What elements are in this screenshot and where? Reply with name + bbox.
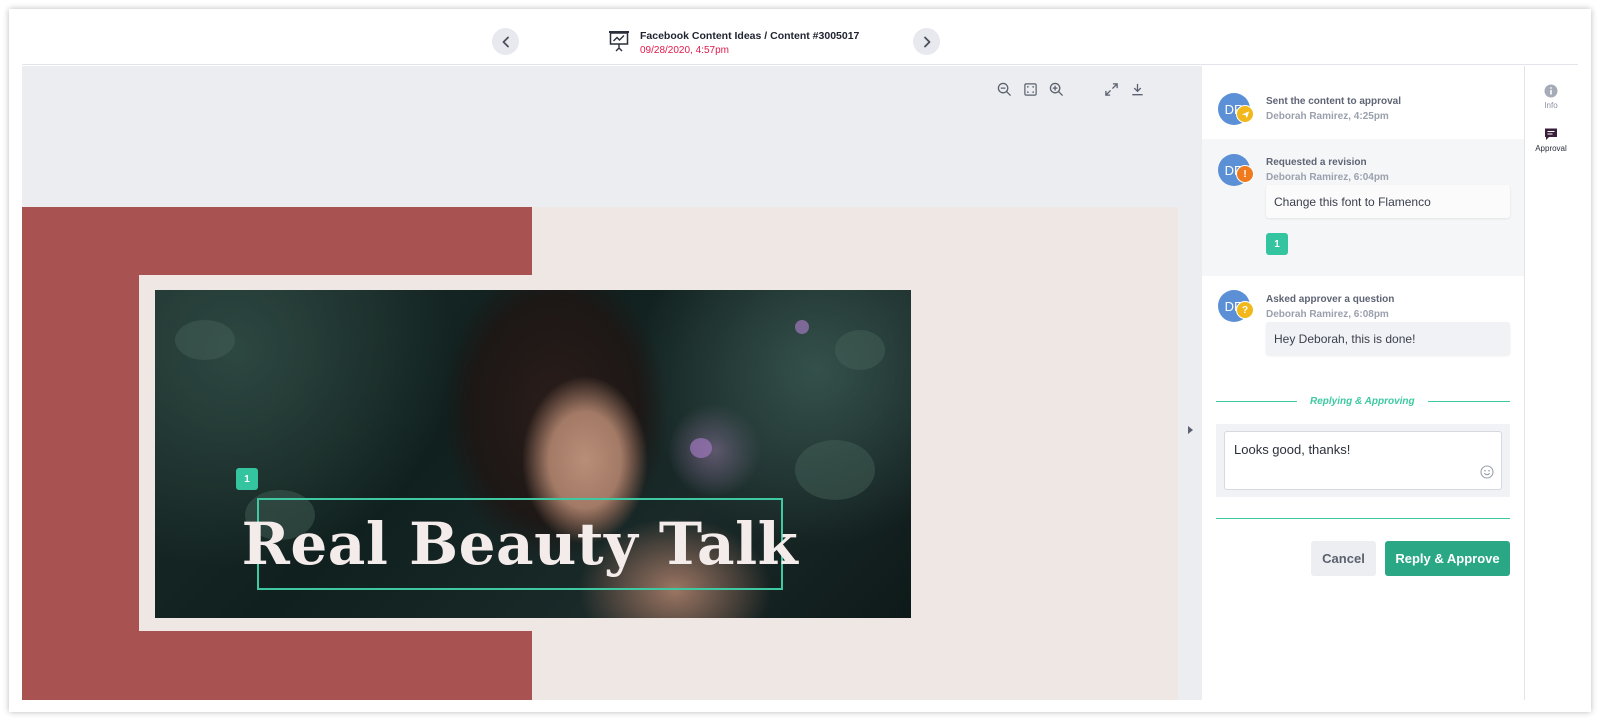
previous-button[interactable] (492, 28, 519, 55)
download-button[interactable] (1128, 80, 1146, 98)
tab-info-label: Info (1544, 101, 1558, 110)
zoom-in-icon (1049, 82, 1063, 96)
divider (1216, 518, 1510, 519)
download-icon (1131, 83, 1143, 95)
flower (690, 438, 712, 458)
expand-icon (1104, 82, 1118, 96)
tab-approval[interactable]: Approval (1524, 127, 1578, 153)
cancel-button[interactable]: Cancel (1311, 541, 1376, 576)
divider (1216, 401, 1297, 402)
reply-section-label: Replying & Approving (1310, 396, 1415, 407)
expand-button[interactable] (1102, 80, 1120, 98)
zoom-out-button[interactable] (995, 80, 1013, 98)
tab-approval-label: Approval (1535, 144, 1567, 153)
comment-bubble: Hey Deborah, this is done! (1266, 322, 1510, 355)
reply-approve-button[interactable]: Reply & Approve (1385, 541, 1510, 576)
send-icon (1236, 105, 1254, 123)
content-timestamp: 09/28/2020, 4:57pm (640, 45, 729, 56)
page-title: Facebook Content Ideas / Content #300501… (640, 30, 860, 42)
foliage (835, 330, 885, 370)
question-badge-icon: ? (1236, 301, 1254, 319)
headline-selection[interactable]: Real Beauty Talk (242, 498, 798, 590)
side-rail (1524, 66, 1578, 700)
next-button[interactable] (913, 28, 940, 55)
activity-item: DR ! Requested a revision Deborah Ramire… (1202, 139, 1524, 276)
artwork-headline: Real Beauty Talk (241, 510, 799, 578)
activity-meta: Deborah Ramirez, 6:04pm (1266, 172, 1389, 183)
activity-meta: Deborah Ramirez, 6:08pm (1266, 309, 1389, 320)
divider (1428, 401, 1510, 402)
fit-screen-icon (1023, 82, 1037, 96)
chat-icon (1545, 128, 1557, 140)
comment-bubble: Change this font to Flamenco (1266, 185, 1510, 218)
fit-screen-button[interactable] (1021, 80, 1039, 98)
tab-info[interactable]: Info (1524, 84, 1578, 110)
activity-item: DR Sent the content to approval Deborah … (1202, 86, 1524, 138)
collapse-panel-icon[interactable] (1187, 425, 1195, 435)
zoom-out-icon (997, 82, 1011, 96)
reply-input[interactable] (1224, 431, 1502, 490)
activity-meta: Deborah Ramirez, 4:25pm (1266, 111, 1389, 122)
comment-pin[interactable]: 1 (1266, 233, 1288, 255)
zoom-in-button[interactable] (1047, 80, 1065, 98)
foliage (175, 320, 235, 360)
alert-badge-icon: ! (1236, 165, 1254, 183)
chevron-right-icon (923, 36, 930, 47)
activity-title: Sent the content to approval (1266, 96, 1402, 107)
flower (795, 320, 809, 334)
activity-item: DR ? Asked approver a question Deborah R… (1202, 280, 1524, 360)
info-icon (1544, 84, 1558, 98)
activity-title: Asked approver a question (1266, 294, 1395, 305)
annotation-pin[interactable]: 1 (236, 468, 258, 490)
chevron-left-icon (502, 36, 509, 47)
artwork-preview: Real Beauty Talk (22, 207, 1178, 700)
smiley-icon[interactable] (1480, 465, 1494, 479)
artwork-photo: Real Beauty Talk (155, 290, 911, 618)
activity-title: Requested a revision (1266, 157, 1367, 168)
presentation-icon (609, 31, 629, 52)
foliage (795, 440, 875, 500)
